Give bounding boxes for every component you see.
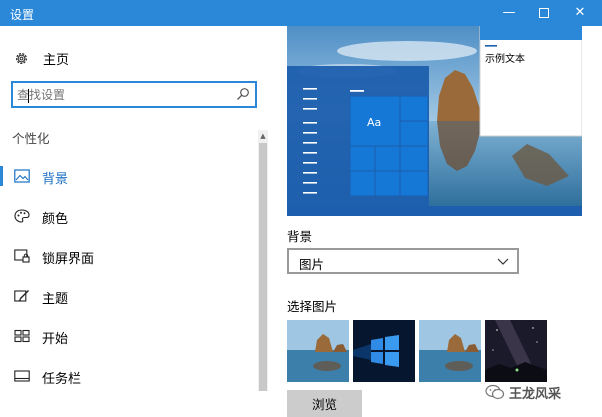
search-icon[interactable] [236,87,250,101]
sidebar-item-label: 锁屏界面 [42,252,95,267]
sidebar-item-background[interactable]: 背景 [0,161,262,191]
sidebar-scrollbar-thumb[interactable] [259,143,267,391]
watermark-label: 王龙风采 [509,386,562,402]
preview-tile-text: Aa [367,116,381,129]
gear-icon [16,52,27,64]
close-icon: ✕ [574,5,586,20]
watermark: 王龙风采 [485,381,561,403]
search-input[interactable] [17,85,227,104]
sidebar-item-lock-screen[interactable]: 锁屏界面 [0,241,262,271]
home-label: 主页 [43,52,70,68]
background-type-value: 图片 [299,257,325,272]
thumbnail-beach-rock[interactable] [287,320,349,382]
minimize-button[interactable]: — [492,0,526,26]
main-panel: Aa 示例文本 背景 图片 选择图片 浏览 [275,26,602,417]
chevron-down-icon [497,258,509,265]
section-title: 个性化 [12,131,50,146]
sidebar-item-label: 任务栏 [42,372,82,387]
title-bar: 设置 — ✕ [0,0,602,26]
active-indicator [0,166,3,186]
choose-picture-label: 选择图片 [287,299,338,314]
preview-image: Aa 示例文本 [287,26,582,216]
theme-brush-icon [14,290,29,302]
taskbar-icon [14,370,30,382]
browse-button[interactable]: 浏览 [287,390,362,417]
wechat-logo-icon [485,384,505,400]
thumbnail-night-sky[interactable] [485,320,547,382]
thumbnail-windows-hero[interactable] [353,320,415,382]
start-tiles-icon [14,329,30,343]
minimize-icon: — [502,5,516,20]
sidebar-item-label: 开始 [42,332,69,347]
lock-screen-icon [14,249,30,263]
sidebar-item-label: 主题 [42,292,69,307]
scroll-up-arrow-icon[interactable]: ▲ [258,130,268,142]
sidebar: 主页 个性化 背景 颜色 锁屏界面 [0,26,275,417]
maximize-button[interactable] [527,0,561,26]
close-button[interactable]: ✕ [563,0,597,26]
sidebar-item-colors[interactable]: 颜色 [0,201,262,231]
background-type-select[interactable]: 图片 [287,248,519,274]
desktop-preview: Aa 示例文本 [287,26,582,216]
image-icon [14,169,30,183]
picture-thumbnails [287,320,547,382]
thumbnail-beach-rock-2[interactable] [419,320,481,382]
sidebar-item-label: 背景 [42,172,69,187]
window-title: 设置 [10,8,35,22]
search-box[interactable] [11,81,257,108]
sidebar-item-start[interactable]: 开始 [0,321,262,351]
preview-sample-text: 示例文本 [485,52,525,65]
sidebar-item-themes[interactable]: 主题 [0,281,262,311]
maximize-icon [539,7,549,18]
sidebar-item-label: 颜色 [42,212,69,227]
home-link[interactable]: 主页 [14,48,69,68]
sidebar-item-taskbar[interactable]: 任务栏 [0,361,262,391]
palette-icon [14,209,30,223]
background-label: 背景 [287,229,313,244]
